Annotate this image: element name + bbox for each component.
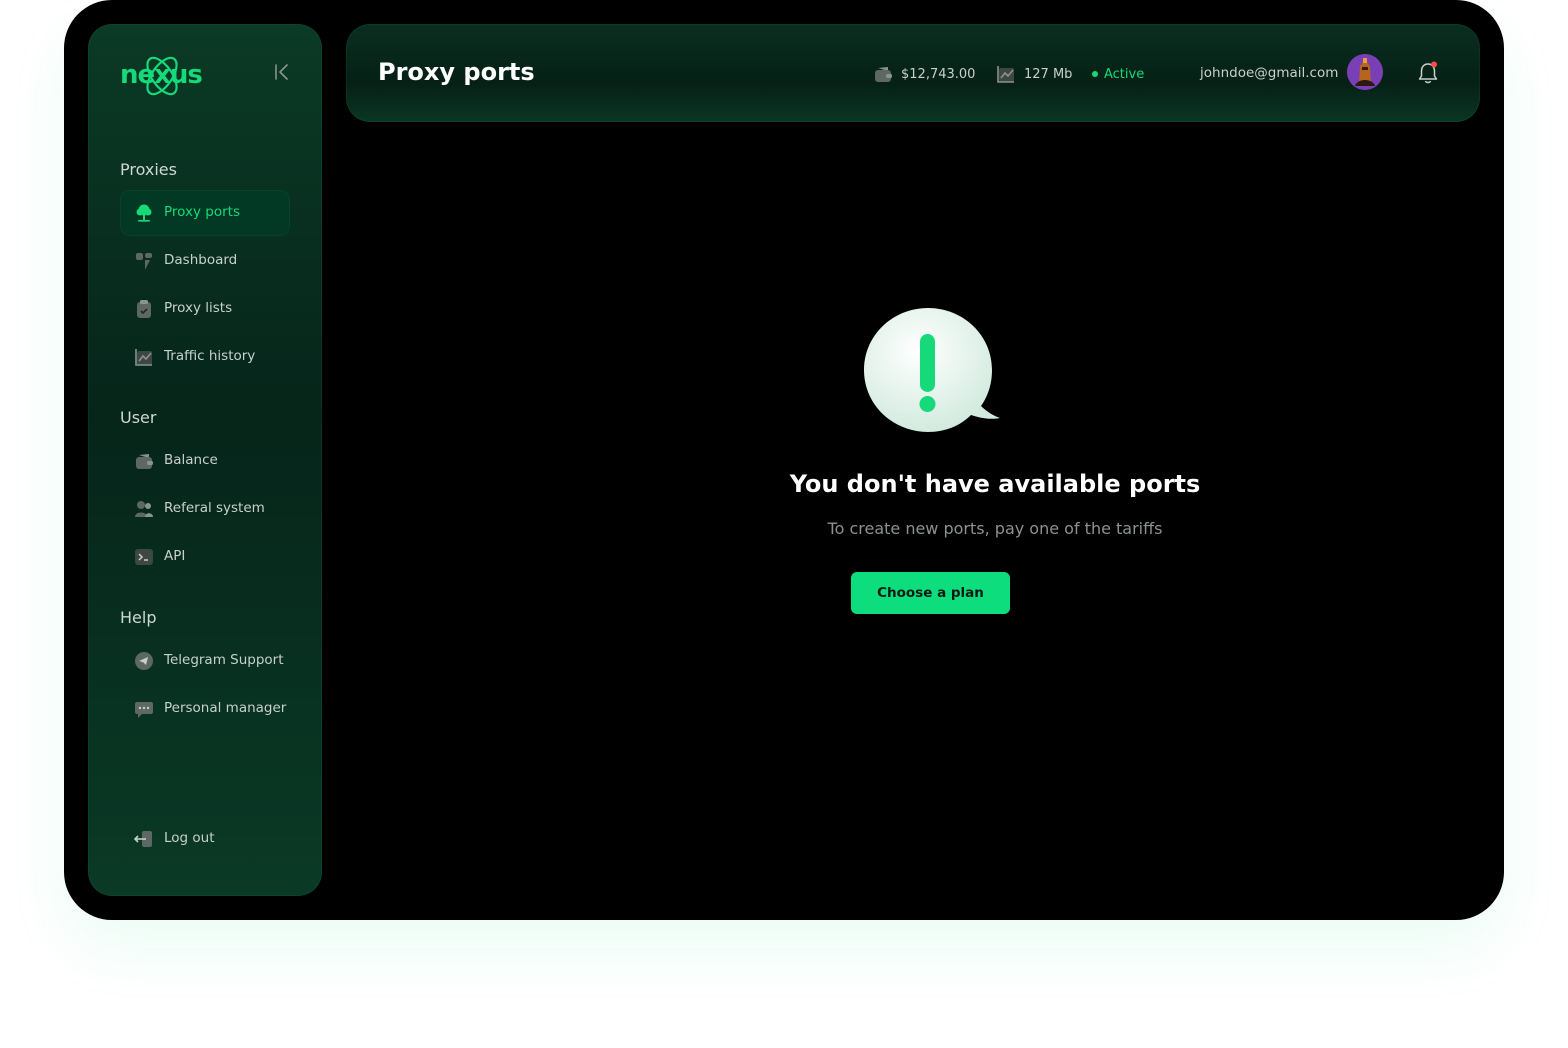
collapse-left-icon — [275, 64, 288, 80]
sidebar-item-label: Proxy ports — [164, 204, 240, 220]
traffic-value: 127 Mb — [1024, 66, 1073, 82]
chat-icon — [135, 702, 153, 718]
sidebar-item-telegram-support[interactable]: Telegram Support — [120, 638, 290, 684]
empty-state-title: You don't have available ports — [789, 470, 1201, 498]
warning-bubble-illustration — [860, 302, 1010, 442]
empty-state-subtitle: To create new ports, pay one of the tari… — [827, 519, 1163, 538]
sidebar-item-label: Telegram Support — [164, 652, 284, 668]
sidebar-item-label: Referal system — [164, 500, 265, 516]
traffic-stat[interactable]: 127 Mb — [996, 64, 1072, 84]
section-title-help: Help — [120, 608, 157, 627]
clipboard-check-icon — [137, 300, 151, 318]
exclamation-bubble-icon — [864, 308, 1000, 432]
sidebar-item-label: Dashboard — [164, 252, 238, 268]
status-text: Active — [1104, 66, 1145, 82]
sidebar-item-proxy-ports[interactable]: Proxy ports — [120, 190, 290, 236]
wallet-icon — [875, 67, 892, 82]
balance-value: $12,743.00 — [901, 66, 976, 82]
logout-button[interactable]: Log out — [120, 816, 290, 862]
balance-stat[interactable]: $12,743.00 — [873, 64, 975, 84]
sidebar-item-dashboard[interactable]: Dashboard — [120, 238, 290, 284]
sidebar-item-label: Proxy lists — [164, 300, 233, 316]
bell-icon — [1418, 61, 1438, 84]
section-title-user: User — [120, 408, 157, 427]
dashboard-icon — [136, 253, 152, 270]
logo-text: nexus — [120, 60, 203, 90]
sidebar: nexus Proxies Proxy ports Dashboard Prox… — [88, 24, 322, 896]
users-icon — [135, 501, 153, 517]
sidebar-item-label: Traffic history — [164, 348, 256, 364]
sidebar-item-referal-system[interactable]: Referal system — [120, 486, 290, 532]
user-email[interactable]: johndoe@gmail.com — [1200, 65, 1338, 81]
sidebar-item-proxy-lists[interactable]: Proxy lists — [120, 286, 290, 332]
choose-plan-button[interactable]: Choose a plan — [851, 572, 1010, 614]
status-dot — [1092, 71, 1098, 77]
app-window: nexus Proxies Proxy ports Dashboard Prox… — [64, 0, 1504, 920]
collapse-sidebar-button[interactable] — [272, 62, 292, 82]
sidebar-item-personal-manager[interactable]: Personal manager — [120, 686, 290, 732]
top-bar: Proxy ports $12,743.00 127 Mb Active joh… — [346, 24, 1480, 122]
terminal-icon — [135, 549, 153, 565]
page-title: Proxy ports — [378, 58, 535, 86]
sidebar-item-label: API — [164, 548, 186, 564]
chart-icon — [997, 66, 1014, 83]
status-indicator: Active — [1092, 64, 1144, 84]
logout-icon — [134, 831, 152, 847]
section-title-proxies: Proxies — [120, 160, 177, 179]
logout-label: Log out — [164, 830, 215, 846]
chart-icon — [135, 349, 152, 366]
sidebar-item-traffic-history[interactable]: Traffic history — [120, 334, 290, 380]
wallet-icon — [136, 454, 153, 469]
telegram-icon — [135, 652, 153, 670]
sidebar-item-api[interactable]: API — [120, 534, 290, 580]
notifications-button[interactable] — [1416, 60, 1440, 86]
sidebar-item-balance[interactable]: Balance — [120, 438, 290, 484]
proxy-tree-icon — [136, 204, 152, 222]
sidebar-item-label: Personal manager — [164, 700, 287, 716]
sidebar-item-label: Balance — [164, 452, 218, 468]
avatar[interactable] — [1347, 54, 1383, 90]
nexus-logo[interactable]: nexus — [118, 54, 203, 102]
avatar-illustration-icon — [1347, 54, 1383, 90]
